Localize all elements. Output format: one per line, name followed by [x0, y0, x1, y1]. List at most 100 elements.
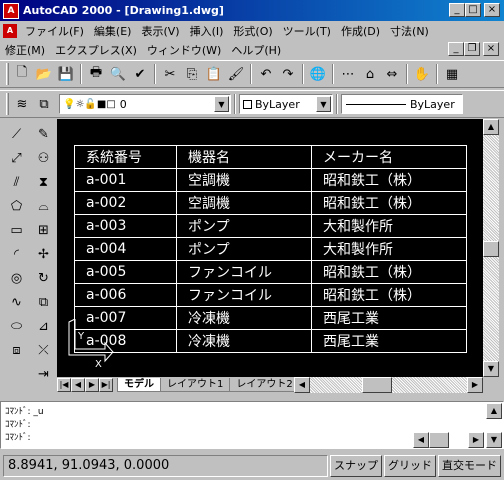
properties-icon[interactable]: ▦ [441, 63, 463, 85]
mirror-icon[interactable]: ⧗ [31, 170, 56, 194]
menu-item[interactable]: 作成(D) [336, 23, 385, 39]
arc-icon[interactable]: ◜ [4, 242, 29, 266]
rectangle-icon[interactable]: ▭ [4, 218, 29, 242]
doc-close-button[interactable]: × [483, 42, 499, 56]
scale-icon[interactable]: ⧉ [31, 290, 56, 314]
linetype-dropdown[interactable]: ByLayer [341, 94, 463, 114]
snap-toggle[interactable]: スナップ [330, 455, 382, 477]
array-icon[interactable]: ⊞ [31, 218, 56, 242]
autocad-app-icon[interactable]: A [3, 2, 19, 19]
next-tab-button[interactable]: ▶ [85, 378, 99, 392]
distance-icon[interactable]: ⇔ [381, 63, 403, 85]
table-row: a-006 ファンコイル 昭和鉄工（株） [74, 283, 467, 307]
print-preview-icon[interactable]: 🔍 [107, 63, 129, 85]
pan-icon[interactable]: ✋ [411, 63, 433, 85]
copy-icon[interactable]: ⎘ [181, 63, 203, 85]
insert-block-icon[interactable]: ⧈ [4, 338, 29, 362]
menu-item[interactable]: 形式(O) [228, 23, 277, 39]
toolbar-separator [302, 64, 304, 84]
menu-item[interactable]: 修正(M) [0, 42, 50, 58]
menu-item[interactable]: ヘルプ(H) [226, 42, 286, 58]
undo-icon[interactable]: ↶ [255, 63, 277, 85]
doc-minimize-button[interactable]: _ [448, 42, 464, 56]
new-icon[interactable]: 🗋 [11, 63, 33, 85]
line-icon[interactable]: ⟋ [4, 122, 29, 146]
cmd-scroll-left-button[interactable]: ◀ [413, 432, 429, 448]
scroll-left-button[interactable]: ◀ [294, 377, 310, 393]
coordinates-readout[interactable]: 8.8941, 91.0943, 0.0000 [3, 455, 328, 477]
rotate-icon[interactable]: ↻ [31, 266, 56, 290]
minimize-button[interactable]: _ [449, 3, 465, 17]
offset-icon[interactable]: ⌓ [31, 194, 56, 218]
last-tab-button[interactable]: ▶| [99, 378, 113, 392]
toolbar-separator [234, 94, 236, 114]
tab-model[interactable]: モデル [117, 378, 161, 392]
circle-icon[interactable]: ◎ [4, 266, 29, 290]
ortho-toggle[interactable]: 直交モード [438, 455, 501, 477]
menu-item[interactable]: 寸法(N) [385, 23, 434, 39]
first-tab-button[interactable]: |◀ [57, 378, 71, 392]
tab-layout2[interactable]: レイアウト2 [229, 378, 300, 392]
trim-icon[interactable]: ⤫ [31, 338, 56, 362]
ellipse-icon[interactable]: ⬭ [4, 314, 29, 338]
extend-icon[interactable]: ⇥ [31, 362, 56, 386]
command-input[interactable]: ｺﾏﾝﾄﾞ: [5, 431, 405, 445]
scroll-down-button[interactable]: ▼ [483, 361, 499, 377]
cmd-scroll-thumb[interactable] [429, 432, 449, 448]
menu-item[interactable]: ファイル(F) [20, 23, 89, 39]
chevron-down-icon[interactable]: ▼ [316, 96, 331, 112]
polyline-icon[interactable]: ⫽ [4, 170, 29, 194]
layer-dropdown[interactable]: 💡☼🔓■□ 0 ▼ [59, 94, 231, 114]
prev-tab-button[interactable]: ◀ [71, 378, 85, 392]
scroll-up-button[interactable]: ▲ [483, 119, 499, 135]
menu-item[interactable]: エクスプレス(X) [50, 42, 142, 58]
save-icon[interactable]: 💾 [55, 63, 77, 85]
open-icon[interactable]: 📂 [33, 63, 55, 85]
redo-icon[interactable]: ↷ [277, 63, 299, 85]
cmd-scroll-up-button[interactable]: ▲ [486, 403, 502, 419]
paste-icon[interactable]: 📋 [203, 63, 225, 85]
table-row: a-007 冷凍機 西尾工業 [74, 306, 467, 330]
snap-from-icon[interactable]: ⌂ [359, 63, 381, 85]
make-current-layer-icon[interactable]: ≋ [11, 93, 33, 115]
stretch-icon[interactable]: ⊿ [31, 314, 56, 338]
cmd-scroll-down-button[interactable]: ▼ [486, 432, 502, 448]
spline-icon[interactable]: ∿ [4, 290, 29, 314]
vertical-scroll-thumb[interactable] [483, 241, 499, 257]
hyperlink-icon[interactable]: 🌐 [307, 63, 329, 85]
menu-item[interactable]: ツール(T) [278, 23, 336, 39]
grid-toggle[interactable]: グリッド [384, 455, 436, 477]
match-properties-icon[interactable]: 🖌 [225, 63, 247, 85]
color-dropdown[interactable]: ByLayer ▼ [239, 94, 333, 114]
horizontal-scroll-thumb[interactable] [362, 377, 392, 393]
maximize-button[interactable]: □ [465, 3, 481, 17]
tab-layout1[interactable]: レイアウト1 [160, 378, 231, 392]
menu-item[interactable]: 挿入(I) [185, 23, 229, 39]
polygon-icon[interactable]: ⬠ [4, 194, 29, 218]
spell-check-icon[interactable]: ✔ [129, 63, 151, 85]
cmd-scroll-right-button[interactable]: ▶ [468, 432, 484, 448]
close-button[interactable]: × [484, 3, 500, 17]
cut-icon[interactable]: ✂ [159, 63, 181, 85]
chevron-down-icon[interactable]: ▼ [214, 96, 229, 112]
menu-item[interactable]: 表示(V) [136, 23, 184, 39]
layers-icon[interactable]: ⧉ [33, 93, 55, 115]
doc-icon[interactable]: A [3, 23, 17, 38]
construction-line-icon[interactable]: ⤢ [4, 146, 29, 170]
command-window[interactable]: ｺﾏﾝﾄﾞ: _u ｺﾏﾝﾄﾞ: ｺﾏﾝﾄﾞ: ▲ ▼ ◀ ▶ [0, 401, 504, 449]
print-icon[interactable]: 🖶 [85, 63, 107, 85]
toolbar-grip[interactable] [6, 93, 9, 115]
drawing-area[interactable]: 系統番号 機器名 メーカー名 a-001 空調機 昭和鉄工（株） a-002 空調機 昭和… [57, 119, 483, 377]
doc-restore-button[interactable]: ❐ [464, 42, 480, 56]
move-icon[interactable]: ✢ [31, 242, 56, 266]
menu-bar-row-1: A ファイル(F) 編集(E) 表示(V) 挿入(I) 形式(O) ツール(T) 作成(D)… [0, 21, 504, 40]
scroll-right-button[interactable]: ▶ [467, 377, 483, 393]
copy-object-icon[interactable]: ⚇ [31, 146, 56, 170]
layer-value: 0 [119, 97, 127, 111]
menu-item[interactable]: ウィンドウ(W) [142, 42, 226, 58]
menu-item[interactable]: 編集(E) [89, 23, 137, 39]
toolbar-grip[interactable] [6, 63, 9, 85]
table-cell: 大和製作所 [311, 237, 467, 261]
erase-icon[interactable]: ✎ [31, 122, 56, 146]
tracking-icon[interactable]: ⋯ [337, 63, 359, 85]
